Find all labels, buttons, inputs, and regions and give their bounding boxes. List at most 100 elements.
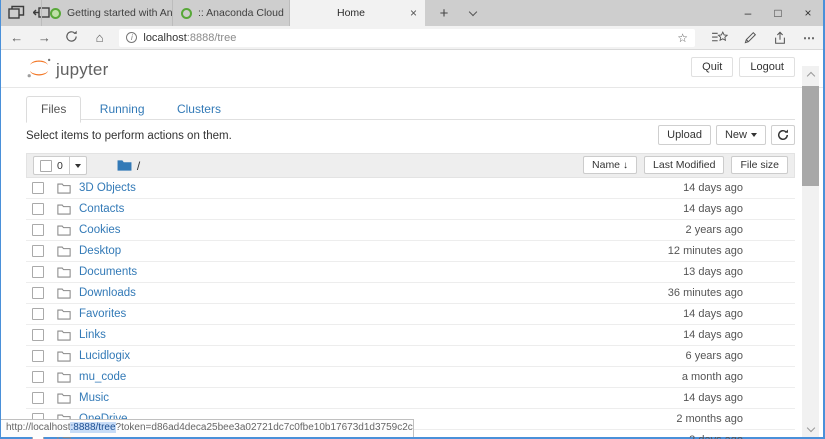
- file-link[interactable]: Music: [79, 392, 109, 404]
- table-row: Music 14 days ago: [26, 388, 795, 409]
- table-row: Lucidlogix 6 years ago: [26, 346, 795, 367]
- anaconda-favicon: [50, 8, 61, 19]
- more-options-button[interactable]: ⋯: [803, 31, 815, 45]
- sort-down-arrow-icon: ↓: [623, 160, 628, 171]
- last-modified-value: 14 days ago: [683, 392, 795, 404]
- new-tab-button[interactable]: +: [431, 0, 457, 26]
- table-row: Favorites 14 days ago: [26, 304, 795, 325]
- link-status-bar: http://localhost:8888/tree?token=d86ad4d…: [1, 419, 414, 437]
- browser-tab-home[interactable]: Home ×: [289, 0, 425, 26]
- tab-preview-icon[interactable]: [8, 5, 25, 20]
- row-checkbox[interactable]: [32, 329, 44, 341]
- file-list-toolbar: 0 / Name ↓ Last Modified File size: [26, 153, 795, 178]
- row-checkbox[interactable]: [32, 287, 44, 299]
- status-url-prefix: http://: [6, 422, 31, 433]
- file-link[interactable]: Contacts: [79, 203, 124, 215]
- row-checkbox[interactable]: [32, 392, 44, 404]
- sort-name-button[interactable]: Name ↓: [583, 156, 637, 174]
- jupyter-logo-icon: [25, 56, 53, 80]
- row-checkbox[interactable]: [32, 371, 44, 383]
- share-button[interactable]: [773, 31, 787, 45]
- select-all-button[interactable]: 0: [33, 156, 70, 175]
- folder-outline-icon: [57, 287, 71, 299]
- row-checkbox[interactable]: [32, 266, 44, 278]
- row-checkbox[interactable]: [32, 350, 44, 362]
- tab-files[interactable]: Files: [26, 96, 81, 123]
- pen-icon: [744, 31, 757, 44]
- table-row: Downloads 36 minutes ago: [26, 283, 795, 304]
- select-all-checkbox[interactable]: [40, 160, 52, 172]
- row-checkbox[interactable]: [32, 308, 44, 320]
- refresh-icon: [777, 129, 789, 141]
- maximize-icon: □: [774, 6, 781, 20]
- jupyter-logo[interactable]: jupyter: [25, 56, 108, 80]
- tab-clusters[interactable]: Clusters: [163, 97, 235, 122]
- select-dropdown-button[interactable]: [70, 156, 87, 175]
- quit-button[interactable]: Quit: [691, 57, 733, 77]
- share-icon: [773, 31, 787, 45]
- file-link[interactable]: Lucidlogix: [79, 350, 130, 362]
- favorites-hub-button[interactable]: [711, 31, 728, 44]
- file-link[interactable]: Cookies: [79, 224, 121, 236]
- refresh-button[interactable]: [58, 30, 86, 46]
- folder-outline-icon: [57, 266, 71, 278]
- last-modified-value: 12 minutes ago: [668, 245, 795, 257]
- url-input[interactable]: i localhost:8888/tree ☆: [119, 29, 695, 47]
- caret-down-icon: [751, 133, 757, 137]
- sort-modified-button[interactable]: Last Modified: [644, 156, 724, 174]
- row-checkbox[interactable]: [32, 182, 44, 194]
- tab-title: Home: [298, 7, 404, 19]
- file-link[interactable]: 3D Objects: [79, 182, 136, 194]
- chevron-down-icon: [806, 423, 814, 431]
- breadcrumb-root[interactable]: /: [137, 159, 140, 173]
- maximize-button[interactable]: □: [763, 0, 793, 26]
- sort-size-button[interactable]: File size: [731, 156, 788, 174]
- row-checkbox[interactable]: [32, 224, 44, 236]
- last-modified-value: 14 days ago: [683, 329, 795, 341]
- browser-tab-anaconda-start[interactable]: Getting started with Anacor: [41, 0, 172, 26]
- add-favorite-star-icon[interactable]: ☆: [677, 31, 688, 45]
- tab-title: :: Anaconda Cloud: [198, 7, 284, 19]
- scrollbar-thumb[interactable]: [802, 86, 819, 186]
- action-row: Select items to perform actions on them.…: [26, 125, 795, 151]
- back-button[interactable]: ←: [3, 30, 31, 45]
- close-window-button[interactable]: ×: [793, 0, 823, 26]
- minimize-button[interactable]: –: [733, 0, 763, 26]
- logout-button[interactable]: Logout: [739, 57, 795, 77]
- folder-outline-icon: [57, 245, 71, 257]
- file-link[interactable]: Downloads: [79, 287, 136, 299]
- upload-button[interactable]: Upload: [658, 125, 711, 145]
- file-link[interactable]: Desktop: [79, 245, 121, 257]
- refresh-list-button[interactable]: [771, 125, 795, 145]
- last-modified-value: 14 days ago: [683, 308, 795, 320]
- site-info-icon[interactable]: i: [126, 32, 137, 43]
- jupyter-page: jupyter Quit Logout Files Running Cluste…: [1, 50, 823, 437]
- file-link[interactable]: Links: [79, 329, 106, 341]
- scroll-up-button[interactable]: [802, 66, 819, 82]
- file-link[interactable]: Favorites: [79, 308, 126, 320]
- row-checkbox[interactable]: [32, 245, 44, 257]
- tab-title: Getting started with Anacor: [67, 7, 172, 19]
- refresh-icon: [65, 30, 78, 43]
- folder-outline-icon: [57, 224, 71, 236]
- chevron-down-icon: [469, 7, 477, 15]
- table-row: Cookies 2 years ago: [26, 220, 795, 241]
- browser-tab-anaconda-cloud[interactable]: :: Anaconda Cloud: [172, 0, 289, 26]
- caret-down-icon: [75, 164, 81, 168]
- tab-list-button[interactable]: [461, 0, 485, 26]
- last-modified-value: 13 days ago: [683, 266, 795, 278]
- forward-button[interactable]: →: [31, 30, 59, 45]
- close-tab-icon[interactable]: ×: [410, 6, 417, 20]
- page-scrollbar[interactable]: [802, 66, 819, 437]
- folder-outline-icon: [57, 182, 71, 194]
- new-dropdown-button[interactable]: New: [716, 125, 766, 145]
- folder-outline-icon: [57, 371, 71, 383]
- annotate-button[interactable]: [744, 31, 757, 44]
- home-button[interactable]: ⌂: [86, 30, 114, 45]
- row-checkbox[interactable]: [32, 203, 44, 215]
- file-link[interactable]: mu_code: [79, 371, 126, 383]
- scroll-down-button[interactable]: [802, 421, 819, 437]
- folder-icon[interactable]: [117, 159, 132, 172]
- file-link[interactable]: Documents: [79, 266, 137, 278]
- tab-running[interactable]: Running: [86, 97, 159, 122]
